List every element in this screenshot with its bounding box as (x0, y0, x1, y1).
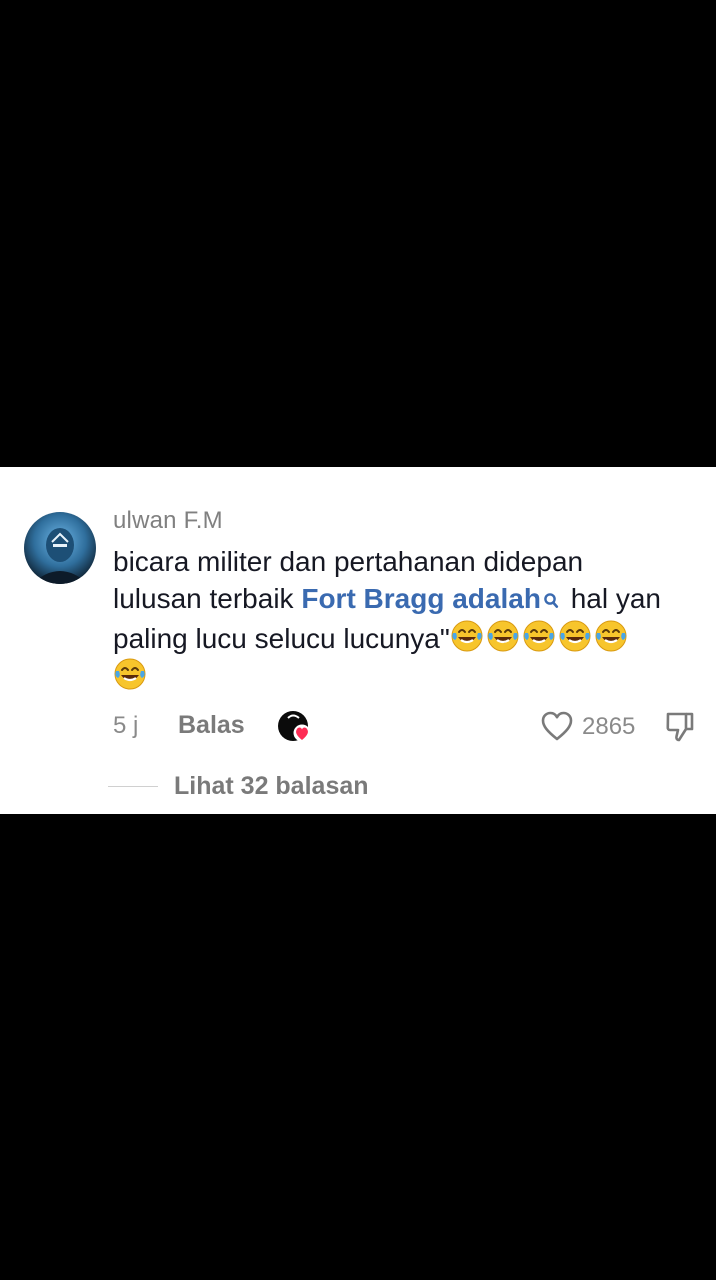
comment-username[interactable]: ulwan F.M (113, 507, 223, 535)
comment-line-1: bicara militer dan pertahanan didepan (113, 546, 584, 577)
face-with-tears-of-joy-emoji (113, 657, 147, 691)
dislike-icon[interactable] (664, 710, 696, 749)
comment-text-segment: lulusan terbaik (113, 583, 302, 614)
emoji-row (113, 657, 716, 695)
comment-timestamp: 5 j (113, 712, 139, 739)
face-with-tears-of-joy-emoji (450, 619, 484, 653)
comment-text: bicara militer dan pertahanan didepan lu… (113, 543, 716, 695)
face-with-tears-of-joy-emoji (486, 619, 520, 653)
reply-button[interactable]: Balas (178, 711, 245, 740)
like-count: 2865 (582, 713, 636, 740)
view-replies-button[interactable]: Lihat 32 balasan (174, 772, 369, 801)
face-with-tears-of-joy-emoji (558, 619, 592, 653)
search-icon[interactable] (543, 582, 559, 619)
comment-text-segment: paling lucu selucu lucunya" (113, 623, 450, 654)
user-avatar[interactable] (24, 512, 96, 584)
comment-text-segment: hal yan (562, 583, 662, 614)
comment-line-2: lulusan terbaik Fort Bragg adalah hal ya… (113, 580, 716, 619)
emoji-row (450, 620, 630, 654)
search-link[interactable]: Fort Bragg adalah (301, 583, 541, 614)
replies-divider (108, 786, 158, 787)
face-with-tears-of-joy-emoji (522, 619, 556, 653)
creator-liked-badge-icon (276, 709, 318, 745)
like-heart-icon[interactable] (540, 710, 574, 747)
comment-line-3: paling lucu selucu lucunya" (113, 619, 716, 657)
face-with-tears-of-joy-emoji (594, 619, 628, 653)
